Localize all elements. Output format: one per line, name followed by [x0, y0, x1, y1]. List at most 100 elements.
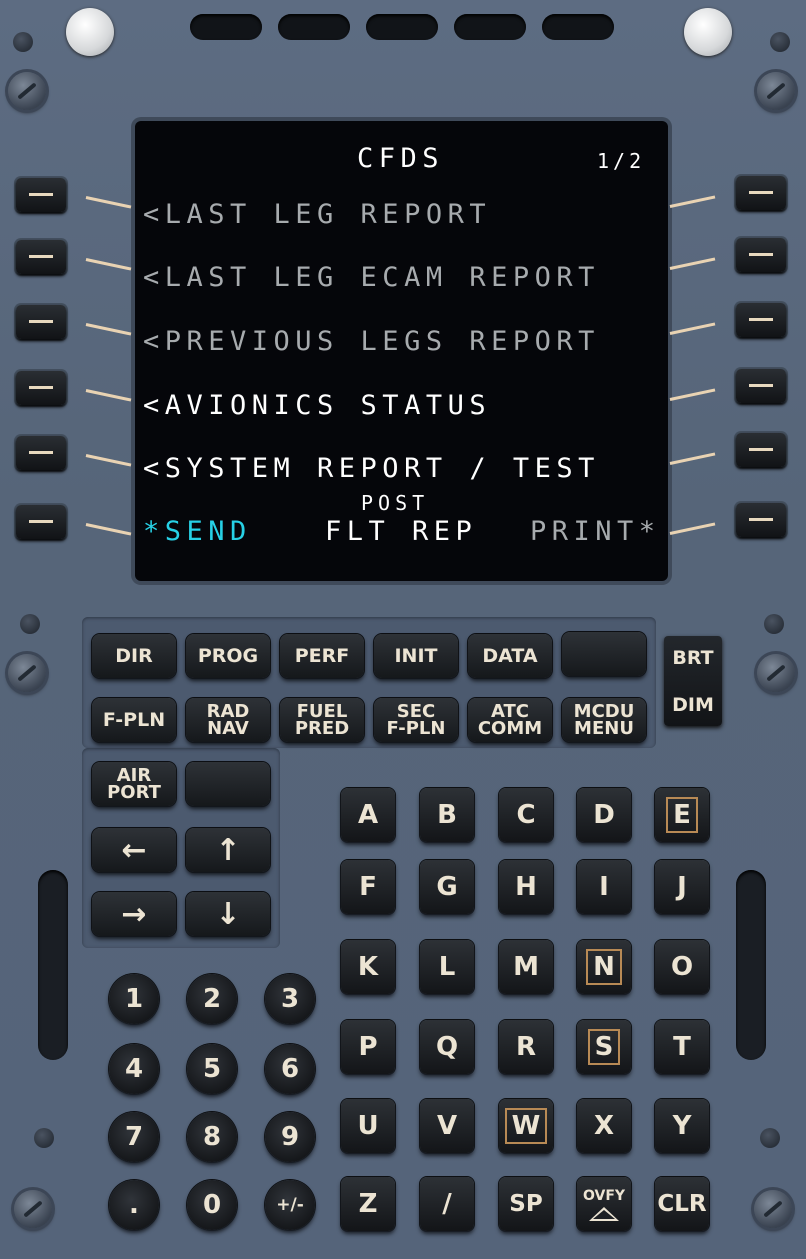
prog-key[interactable]: PROG — [186, 634, 270, 678]
airport-key[interactable]: AIR PORT — [92, 762, 176, 806]
sec-f-pln-key[interactable]: SEC F-PLN — [374, 698, 458, 742]
lsk-4l[interactable] — [16, 371, 66, 405]
key-x[interactable]: X — [577, 1099, 631, 1153]
key-v[interactable]: V — [420, 1099, 474, 1153]
key-e[interactable]: E — [655, 788, 709, 842]
atc-comm-key[interactable]: ATC COMM — [468, 698, 552, 742]
key-9[interactable]: 9 — [265, 1112, 315, 1162]
key-sp[interactable]: SP — [499, 1177, 553, 1231]
key-u[interactable]: U — [341, 1099, 395, 1153]
key-slash[interactable]: / — [420, 1177, 474, 1231]
lsk-leader — [85, 323, 132, 336]
perf-key[interactable]: PERF — [280, 634, 364, 678]
lsk-4r[interactable] — [736, 369, 786, 403]
key-label: 7 — [124, 1122, 144, 1152]
key-p[interactable]: P — [341, 1020, 395, 1074]
key-2[interactable]: 2 — [187, 974, 237, 1024]
key-c[interactable]: C — [499, 788, 553, 842]
screw-icon — [757, 72, 795, 110]
key-q[interactable]: Q — [420, 1020, 474, 1074]
key-d[interactable]: D — [577, 788, 631, 842]
lsk-1l[interactable] — [16, 178, 66, 212]
key-k[interactable]: K — [341, 940, 395, 994]
slew-right-key[interactable]: → — [92, 892, 176, 936]
lsk-3r[interactable] — [736, 303, 786, 337]
mcdu-menu-key[interactable]: MCDU MENU — [562, 698, 646, 742]
lsk-leader — [669, 522, 716, 535]
key-s[interactable]: S — [577, 1020, 631, 1074]
brt-label: BRT — [672, 647, 714, 669]
key-label: X — [593, 1111, 615, 1141]
slew-down-key[interactable]: ↓ — [186, 892, 270, 936]
lsk-5l[interactable] — [16, 436, 66, 470]
key-l[interactable]: L — [420, 940, 474, 994]
brightness-control[interactable]: BRT DIM — [664, 636, 722, 726]
annunciator-slot — [278, 14, 350, 40]
key-y[interactable]: Y — [655, 1099, 709, 1153]
lsk-1r[interactable] — [736, 176, 786, 210]
key-j[interactable]: J — [655, 860, 709, 914]
key-label: 3 — [280, 984, 300, 1014]
screw-icon — [14, 1190, 52, 1228]
key-label: 0 — [202, 1190, 222, 1220]
lsk-2r[interactable] — [736, 238, 786, 272]
key-8[interactable]: 8 — [187, 1112, 237, 1162]
key-a[interactable]: A — [341, 788, 395, 842]
flt-rep-label: FLT REP — [325, 516, 478, 547]
key-o[interactable]: O — [655, 940, 709, 994]
key-h[interactable]: H — [499, 860, 553, 914]
init-key[interactable]: INIT — [374, 634, 458, 678]
slew-left-key[interactable]: ← — [92, 828, 176, 872]
triangle-icon — [589, 1206, 619, 1221]
key-4[interactable]: 4 — [109, 1044, 159, 1094]
key-plus-minus[interactable]: +/- — [265, 1180, 315, 1230]
key-g[interactable]: G — [420, 860, 474, 914]
blank-key[interactable] — [562, 632, 646, 676]
data-key[interactable]: DATA — [468, 634, 552, 678]
arrow-left-icon: ← — [121, 832, 147, 868]
panel-light-icon — [684, 8, 732, 56]
lsk-5r[interactable] — [736, 433, 786, 467]
dir-key[interactable]: DIR — [92, 634, 176, 678]
annunciator-slot — [542, 14, 614, 40]
key-0[interactable]: 0 — [187, 1180, 237, 1230]
rad-nav-key[interactable]: RAD NAV — [186, 698, 270, 742]
key-1[interactable]: 1 — [109, 974, 159, 1024]
panel-light-icon — [66, 8, 114, 56]
key-label: L — [438, 952, 456, 982]
key-clr[interactable]: CLR — [655, 1177, 709, 1231]
arrow-right-icon: → — [121, 896, 147, 932]
key-r[interactable]: R — [499, 1020, 553, 1074]
key-label: I — [599, 872, 609, 902]
key-label: G — [436, 872, 458, 902]
lsk-2l[interactable] — [16, 240, 66, 274]
key-7[interactable]: 7 — [109, 1112, 159, 1162]
key-f[interactable]: F — [341, 860, 395, 914]
key-i[interactable]: I — [577, 860, 631, 914]
key-3[interactable]: 3 — [265, 974, 315, 1024]
lsk-leader — [669, 195, 716, 208]
blank-key[interactable] — [186, 762, 270, 806]
lsk-6r[interactable] — [736, 503, 786, 537]
key-label: V — [436, 1111, 458, 1141]
key-5[interactable]: 5 — [187, 1044, 237, 1094]
key-6[interactable]: 6 — [265, 1044, 315, 1094]
key-decimal[interactable]: . — [109, 1180, 159, 1230]
key-m[interactable]: M — [499, 940, 553, 994]
arrow-up-icon: ↑ — [215, 832, 241, 868]
key-w[interactable]: W — [499, 1099, 553, 1153]
triangle-inner — [593, 1209, 615, 1219]
slew-up-key[interactable]: ↑ — [186, 828, 270, 872]
key-z[interactable]: Z — [341, 1177, 395, 1231]
lsk-3l[interactable] — [16, 305, 66, 339]
key-t[interactable]: T — [655, 1020, 709, 1074]
fuel-pred-key[interactable]: FUEL PRED — [280, 698, 364, 742]
annunciator-slot — [366, 14, 438, 40]
lsk-6l[interactable] — [16, 505, 66, 539]
rivet-icon — [760, 1128, 780, 1148]
key-b[interactable]: B — [420, 788, 474, 842]
key-label: 6 — [280, 1054, 300, 1084]
key-n[interactable]: N — [577, 940, 631, 994]
f-pln-key[interactable]: F-PLN — [92, 698, 176, 742]
key-ovfy[interactable]: OVFY — [577, 1177, 631, 1231]
